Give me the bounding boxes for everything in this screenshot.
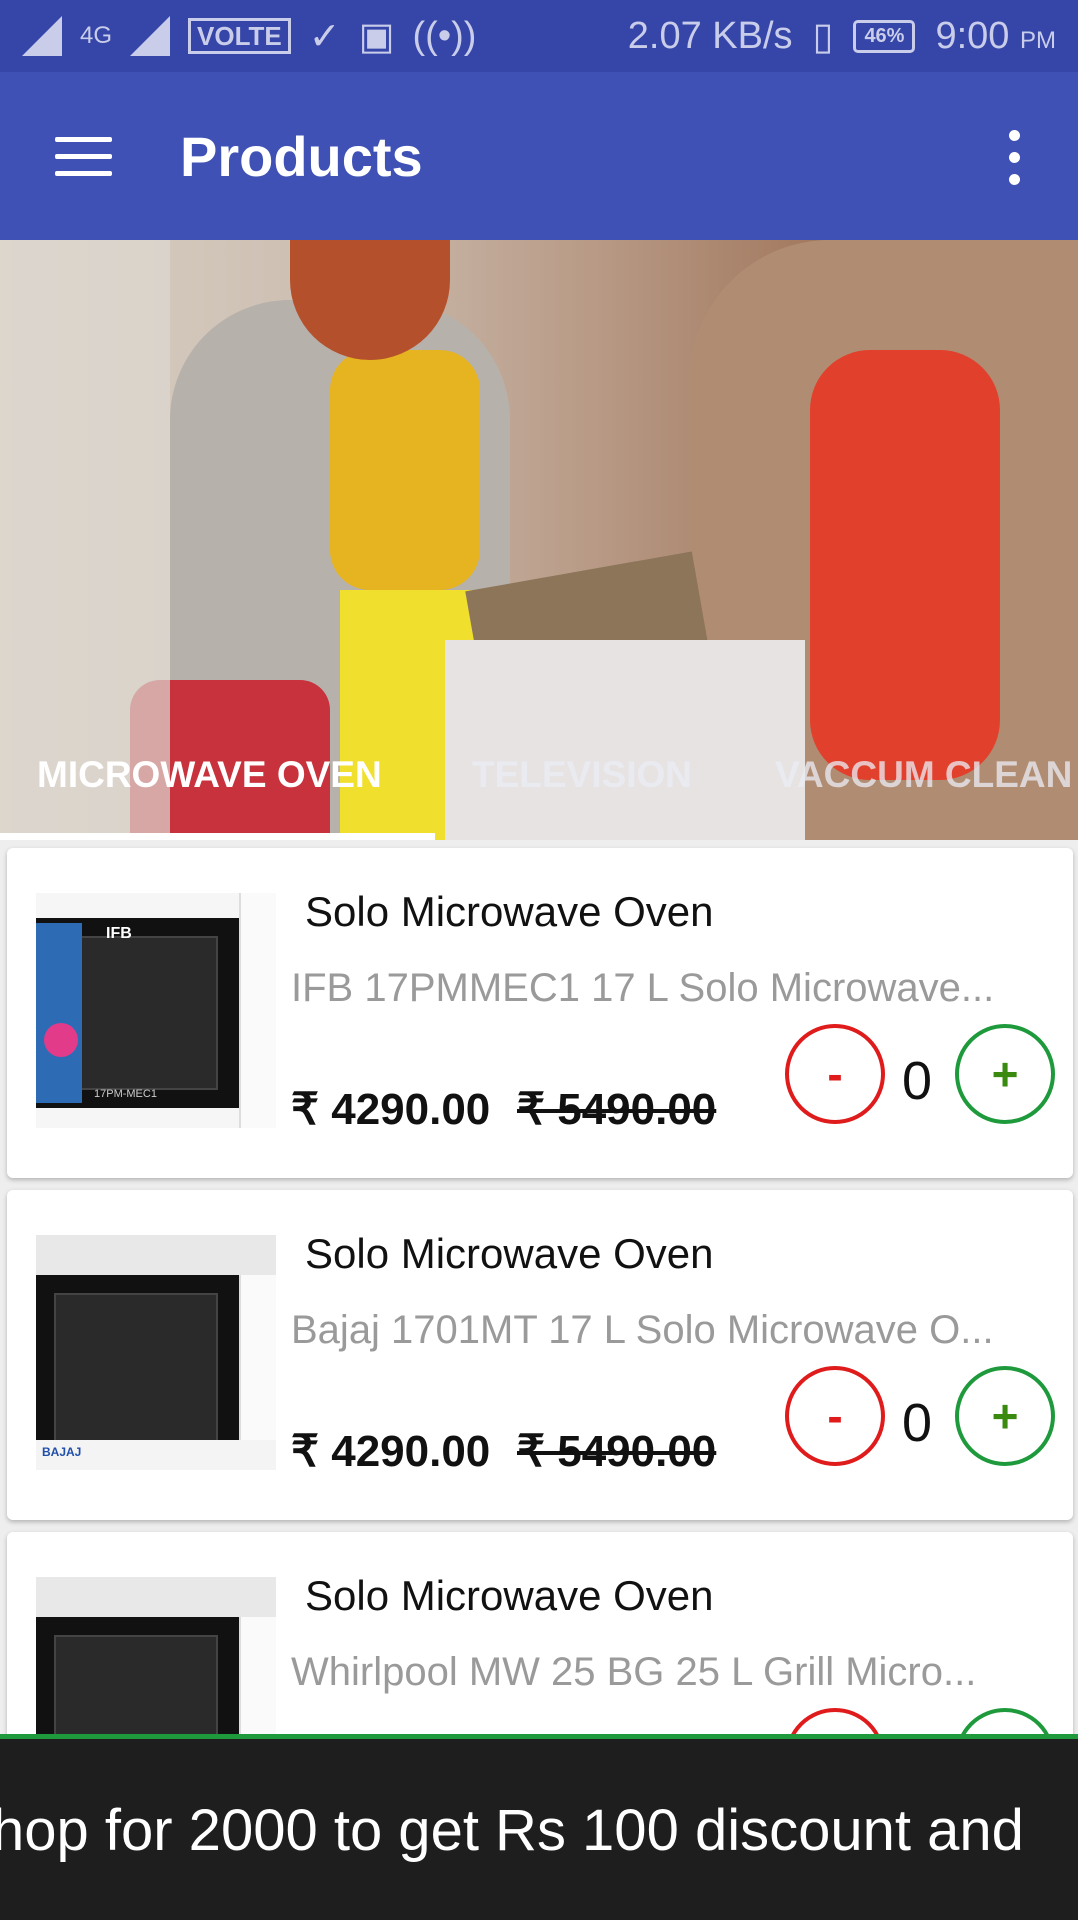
category-tabs: MICROWAVE OVEN TELEVISION VACCUM CLEAN [0, 730, 1078, 840]
status-bar: 4G VOLTE ✓ ▣ ((•)) 2.07 KB/s ▯ 46% 9:00 … [0, 0, 1078, 72]
tab-microwave-oven[interactable]: MICROWAVE OVEN [37, 754, 382, 796]
product-image: BAJAJ [36, 1235, 276, 1470]
decrease-quantity-button[interactable]: - [785, 1024, 885, 1124]
decrease-quantity-button[interactable]: - [785, 1366, 885, 1466]
product-price: ₹ 4290.00 [291, 1085, 491, 1134]
product-title: Solo Microwave Oven [305, 888, 714, 935]
clock: 9:00 PM [935, 15, 1056, 58]
product-model-label: 17PM-MEC1 [94, 1088, 157, 1100]
product-brand-label: BAJAJ [42, 1445, 82, 1459]
image-icon: ▣ [358, 15, 395, 58]
offer-ticker-text: hop for 2000 to get Rs 100 discount and [0, 1798, 1024, 1863]
vpn-icon: ✓ [308, 15, 341, 58]
tab-vacuum-cleaner[interactable]: VACCUM CLEAN [775, 754, 1072, 796]
product-card[interactable]: IFB 17PM-MEC1 Solo Microwave Oven IFB 17… [7, 848, 1073, 1178]
product-description: Whirlpool MW 25 BG 25 L Grill Micro... [291, 1650, 977, 1694]
clock-suffix: PM [1020, 26, 1056, 54]
battery-icon: 46% [853, 19, 916, 53]
tab-television[interactable]: TELEVISION [472, 754, 692, 796]
vibrate-icon: ▯ [812, 15, 834, 58]
product-price: ₹ 4290.00 [291, 1427, 491, 1476]
quantity-value: 0 [901, 1051, 933, 1111]
quantity-value: 0 [901, 1393, 933, 1453]
volte-badge: VOLTE [188, 18, 291, 54]
hamburger-menu-icon[interactable] [55, 137, 112, 177]
network-type-label: 4G [80, 22, 113, 49]
hero-banner: MICROWAVE OVEN TELEVISION VACCUM CLEAN [0, 240, 1078, 840]
clock-time: 9:00 [935, 14, 1010, 57]
hotspot-icon: ((•)) [412, 14, 477, 57]
signal-icon [22, 16, 62, 56]
product-image: IFB 17PM-MEC1 [36, 893, 276, 1128]
app-bar: Products [0, 72, 1078, 240]
battery-level: 46% [864, 24, 905, 47]
product-card[interactable]: BAJAJ Solo Microwave Oven Bajaj 1701MT 1… [7, 1190, 1073, 1520]
page-title: Products [180, 125, 423, 188]
network-speed: 2.07 KB/s [627, 14, 793, 57]
product-brand-label: IFB [106, 925, 132, 942]
overflow-menu-icon[interactable] [1000, 130, 1028, 186]
product-description: IFB 17PMMEC1 17 L Solo Microwave... [291, 966, 995, 1010]
product-title: Solo Microwave Oven [305, 1230, 714, 1277]
increase-quantity-button[interactable]: + [955, 1366, 1055, 1466]
offer-ticker: hop for 2000 to get Rs 100 discount and [0, 1734, 1078, 1920]
product-title: Solo Microwave Oven [305, 1572, 714, 1619]
product-original-price: ₹ 5490.00 [517, 1427, 717, 1476]
product-original-price: ₹ 5490.00 [517, 1085, 717, 1134]
product-description: Bajaj 1701MT 17 L Solo Microwave O... [291, 1308, 994, 1352]
increase-quantity-button[interactable]: + [955, 1024, 1055, 1124]
signal-icon-2 [130, 16, 171, 56]
selected-tab-indicator [0, 833, 435, 840]
